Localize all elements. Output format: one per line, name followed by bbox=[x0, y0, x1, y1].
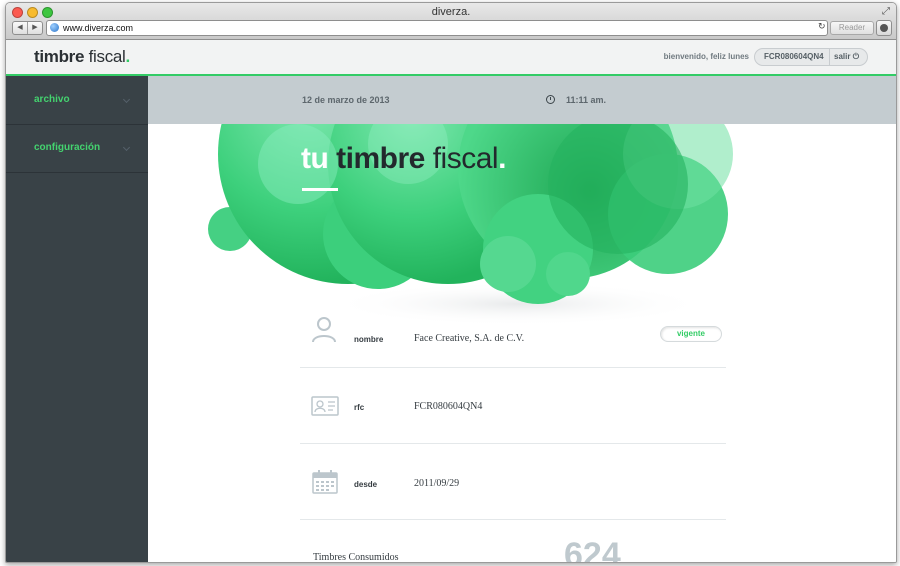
hero-underline bbox=[302, 188, 338, 191]
detail-row-rfc: rfc FCR080604QN4 bbox=[300, 367, 726, 444]
clock-icon bbox=[546, 95, 555, 104]
id-card-icon bbox=[311, 396, 339, 416]
since-label: desde bbox=[354, 480, 378, 489]
name-value: Face Creative, S.A. de C.V. bbox=[414, 333, 525, 344]
power-icon: ⏻ bbox=[852, 52, 860, 61]
consumed-value: 624 bbox=[564, 536, 621, 562]
hero-fiscal: fiscal bbox=[432, 142, 499, 175]
reload-icon[interactable]: ↻ bbox=[818, 21, 826, 32]
calendar-icon bbox=[312, 470, 338, 494]
browser-chrome: diverza. ⤢ ◀ ▶ www.diverza.com ↻ Reader bbox=[6, 3, 896, 40]
consumed-label: Timbres Consumidos bbox=[313, 552, 399, 562]
sidebar: archivo configuración bbox=[6, 76, 148, 562]
sidebar-item-label: archivo bbox=[34, 94, 70, 105]
hero-dot: . bbox=[498, 142, 506, 175]
logo[interactable]: timbre fiscal. bbox=[34, 47, 130, 67]
user-code: FCR080604QN4 bbox=[764, 52, 824, 61]
chevron-down-icon bbox=[122, 143, 131, 152]
current-date: 12 de marzo de 2013 bbox=[302, 95, 390, 105]
status-badge: vigente bbox=[660, 326, 722, 342]
user-pill: FCR080604QN4 salir ⏻ bbox=[754, 48, 868, 66]
since-value: 2011/09/29 bbox=[414, 478, 460, 489]
detail-row-since: desde 2011/09/29 bbox=[300, 443, 726, 520]
pill-divider bbox=[829, 49, 830, 65]
url-text: www.diverza.com bbox=[63, 23, 134, 33]
address-bar[interactable]: www.diverza.com bbox=[46, 20, 828, 36]
main-content: tu timbre fiscal. nombre Face Creative, … bbox=[148, 124, 896, 562]
downloads-button[interactable] bbox=[876, 20, 892, 36]
logo-bold: timbre bbox=[34, 47, 85, 66]
history-buttons: ◀ ▶ bbox=[12, 21, 43, 35]
rfc-value: FCR080604QN4 bbox=[414, 401, 483, 412]
current-time: 11:11 am. bbox=[566, 95, 607, 105]
logout-button[interactable]: salir ⏻ bbox=[834, 49, 859, 65]
back-button[interactable]: ◀ bbox=[13, 22, 27, 34]
rfc-label: rfc bbox=[354, 403, 365, 412]
browser-window: diverza. ⤢ ◀ ▶ www.diverza.com ↻ Reader … bbox=[5, 2, 897, 563]
hero-title: tu timbre fiscal. bbox=[301, 142, 506, 176]
window-title: diverza. bbox=[431, 6, 471, 18]
sidebar-item-label: configuración bbox=[34, 142, 101, 153]
name-label: nombre bbox=[354, 335, 384, 344]
fullscreen-icon[interactable]: ⤢ bbox=[882, 6, 890, 17]
hero-timbre: timbre bbox=[336, 142, 425, 175]
hero-tu: tu bbox=[301, 142, 329, 175]
reader-button[interactable]: Reader bbox=[830, 21, 874, 35]
sidebar-item-configuracion[interactable]: configuración bbox=[6, 124, 148, 173]
logo-dot: . bbox=[125, 47, 131, 66]
logo-light: fiscal bbox=[88, 47, 126, 66]
user-icon bbox=[312, 317, 336, 343]
logout-label: salir bbox=[834, 52, 851, 61]
info-bar: 12 de marzo de 2013 11:11 am. bbox=[148, 76, 896, 124]
app-header: timbre fiscal. bienvenido, feliz lunes F… bbox=[6, 40, 896, 76]
globe-icon bbox=[50, 23, 59, 32]
welcome-text: bienvenido, feliz lunes bbox=[663, 52, 749, 61]
sidebar-item-archivo[interactable]: archivo bbox=[6, 76, 148, 125]
detail-row-name: nombre Face Creative, S.A. de C.V. vigen… bbox=[300, 291, 726, 368]
chevron-down-icon bbox=[122, 95, 131, 104]
forward-button[interactable]: ▶ bbox=[27, 22, 42, 34]
